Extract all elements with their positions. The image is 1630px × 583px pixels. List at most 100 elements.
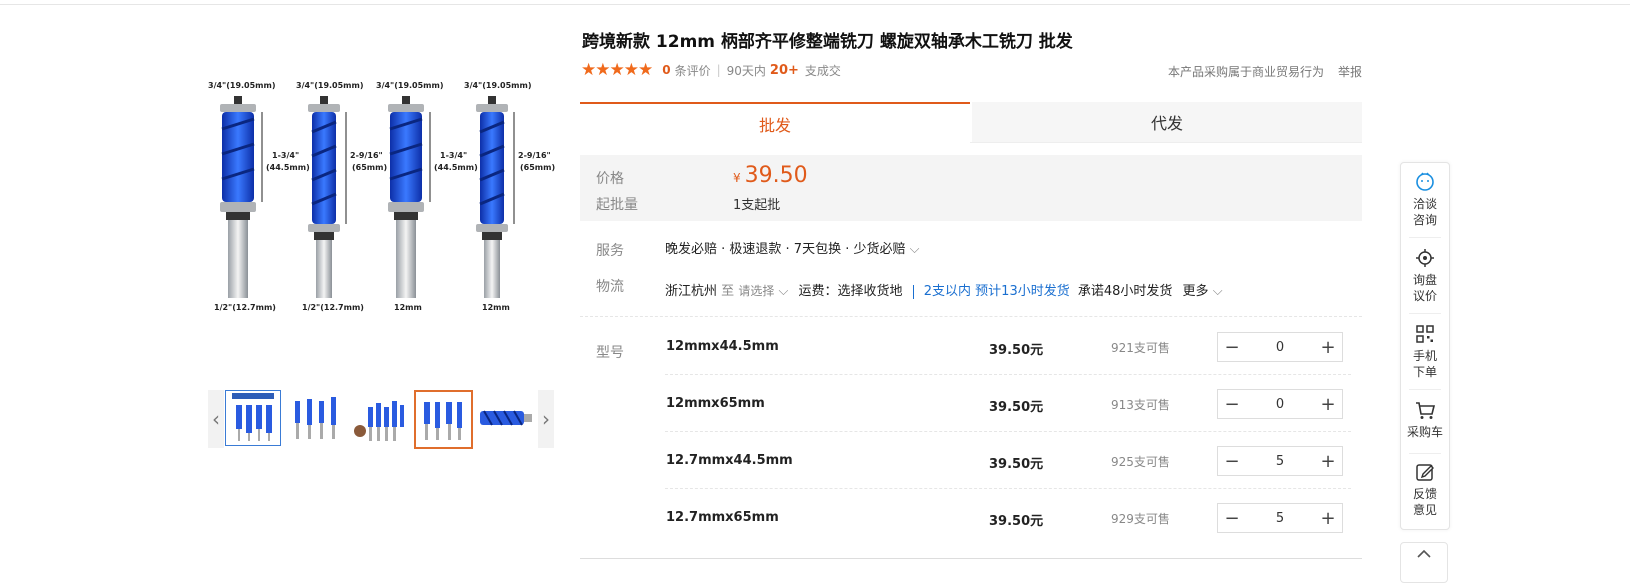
service-label: 服务 [596, 243, 624, 259]
review-count[interactable]: 0 [662, 63, 670, 77]
plus-button[interactable]: + [1314, 504, 1342, 532]
ship-time-info: 2支以内 预计13小时发货 [923, 284, 1070, 299]
qrcode-icon [1416, 325, 1434, 343]
tab-wholesale[interactable]: 批发 [580, 102, 970, 144]
bit-2-top-label: 3/4"(19.05mm) [296, 81, 364, 90]
star-rating-icon: ★★★★★ [581, 60, 653, 80]
sku-stock: 925支可售 [1111, 455, 1170, 469]
quantity-stepper: − 5 + [1217, 503, 1343, 533]
bit-2-length-l1: 2-9/16" [350, 151, 383, 160]
edit-icon [1416, 464, 1434, 481]
logistics-row: 浙江杭州 至 请选择 ⌵ 运费：选择收货地 2支以内 预计13小时发货 承诺48… [665, 280, 1223, 299]
router-bit-4: 3/4"(19.05mm) 2-9/16" (65mm) 12mm [464, 81, 555, 312]
bit-4-top-label: 3/4"(19.05mm) [464, 81, 532, 90]
sku-stock: 921支可售 [1111, 341, 1170, 355]
sku-name: 12mmx44.5mm [666, 339, 779, 354]
scroll-top-button[interactable] [1400, 542, 1448, 583]
thumbnail-3[interactable] [351, 390, 407, 446]
sidebar-item-feedback[interactable]: 反馈 意见 [1401, 461, 1449, 518]
product-title: 跨境新款 12mm 柄部齐平修整端铣刀 螺旋双轴承木工铣刀 批发 [582, 32, 1073, 52]
origin: 浙江杭州 [665, 284, 718, 299]
more-link[interactable]: 更多 [1183, 284, 1209, 299]
quantity-stepper: − 0 + [1217, 332, 1343, 362]
sidebar-item-cart[interactable]: 采购车 [1401, 399, 1449, 440]
minus-button[interactable]: − [1218, 390, 1246, 418]
sku-name: 12.7mmx65mm [666, 510, 779, 525]
sku-price: 39.50元 [989, 457, 1044, 472]
bit-2-length-l2: (65mm) [352, 163, 387, 172]
tab-dropship[interactable]: 代发 [972, 102, 1362, 142]
destination-select[interactable]: 请选择 [738, 284, 774, 298]
router-bit-3: 3/4"(19.05mm) 1-3/4" (44.5mm) 12mm [376, 81, 478, 312]
router-bit-2: 3/4"(19.05mm) 2-9/16" (65mm) 1/2"(12.7mm… [296, 81, 387, 312]
chevron-up-icon [1417, 549, 1431, 558]
report-link[interactable]: 举报 [1338, 63, 1362, 80]
plus-button[interactable]: + [1314, 447, 1342, 475]
chevron-down-icon[interactable]: ⌵ [1209, 284, 1223, 299]
main-product-image[interactable]: 3/4"(19.05mm) 1-3/4" (44.5mm) 1/2"(12.7m… [208, 74, 556, 320]
chat-icon [1416, 172, 1434, 191]
target-icon [1416, 249, 1434, 267]
sku-price: 39.50元 [989, 343, 1044, 358]
price-panel [580, 155, 1362, 221]
bit-3-length-l1: 1-3/4" [440, 151, 467, 160]
chevron-down-icon[interactable]: ⌵ [778, 284, 792, 299]
sku-label: 型号 [596, 345, 624, 361]
rating-row: ★★★★★ 0 条评价 | 90天内 20+ 支成交 [581, 60, 841, 80]
thumbnail-2[interactable] [288, 390, 344, 446]
quantity-stepper: − 5 + [1217, 446, 1343, 476]
sales-suffix: 支成交 [804, 63, 841, 78]
bit-1-top-label: 3/4"(19.05mm) [208, 81, 276, 90]
sales-prefix: 90天内 [726, 63, 766, 78]
router-bit-1: 3/4"(19.05mm) 1-3/4" (44.5mm) 1/2"(12.7m… [208, 81, 310, 312]
sku-price: 39.50元 [989, 400, 1044, 415]
top-divider [0, 4, 1630, 5]
sales-count: 20+ [769, 62, 799, 78]
chevron-right-icon[interactable]: › [538, 390, 554, 448]
section-divider [580, 316, 1362, 317]
plus-button[interactable]: + [1314, 333, 1342, 361]
price-label: 价格 [596, 171, 624, 187]
floating-sidebar: 洽谈 咨询 询盘 议价 手机 下单 采购车 反馈 意见 [1400, 162, 1450, 530]
thumbnail-5[interactable] [477, 390, 533, 446]
bit-4-shank-label: 12mm [482, 303, 510, 312]
quantity-input[interactable]: 5 [1246, 454, 1314, 469]
thumbnail-4[interactable] [414, 390, 473, 449]
bit-1-shank-label: 1/2"(12.7mm) [214, 303, 276, 312]
minus-button[interactable]: − [1218, 447, 1246, 475]
bit-1-length-l2: (44.5mm) [266, 163, 310, 172]
freight-info[interactable]: 运费：选择收货地 [798, 284, 902, 299]
sidebar-item-mobile-order[interactable]: 手机 下单 [1401, 323, 1449, 380]
thumbnail-strip: ‹ › [208, 390, 554, 449]
sku-price: 39.50元 [989, 514, 1044, 529]
thumbnail-1[interactable] [225, 390, 281, 446]
quantity-input[interactable]: 0 [1246, 397, 1314, 412]
bit-3-top-label: 3/4"(19.05mm) [376, 81, 444, 90]
divider: | [716, 63, 721, 77]
sidebar-item-inquiry[interactable]: 询盘 议价 [1401, 247, 1449, 304]
quantity-input[interactable]: 5 [1246, 511, 1314, 526]
service-list[interactable]: 晚发必赔 · 极速退款 · 7天包换 · 少货必赔 ⌵ [665, 238, 919, 257]
bit-4-length-l2: (65mm) [520, 163, 555, 172]
to-label: 至 [721, 284, 735, 299]
chevron-down-icon: ⌵ [905, 242, 920, 257]
bit-3-shank-label: 12mm [394, 303, 422, 312]
quantity-input[interactable]: 0 [1246, 340, 1314, 355]
sku-stock: 913支可售 [1111, 398, 1170, 412]
commerce-note: 本产品采购属于商业贸易行为 [1168, 65, 1325, 79]
logistics-label: 物流 [596, 279, 624, 295]
cart-icon [1416, 402, 1436, 419]
sku-stock: 929支可售 [1111, 512, 1170, 526]
moq-value: 1支起批 [733, 198, 781, 213]
review-label[interactable]: 条评价 [675, 62, 711, 79]
minus-button[interactable]: − [1218, 333, 1246, 361]
sidebar-item-chat[interactable]: 洽谈 咨询 [1401, 171, 1449, 228]
minus-button[interactable]: − [1218, 504, 1246, 532]
bit-1-length-l1: 1-3/4" [272, 151, 299, 160]
plus-button[interactable]: + [1314, 390, 1342, 418]
chevron-left-icon[interactable]: ‹ [208, 390, 224, 448]
sku-name: 12mmx65mm [666, 396, 765, 411]
sku-name: 12.7mmx44.5mm [666, 453, 793, 468]
purchase-tabs: 批发 代发 [580, 102, 1362, 144]
quantity-stepper: − 0 + [1217, 389, 1343, 419]
